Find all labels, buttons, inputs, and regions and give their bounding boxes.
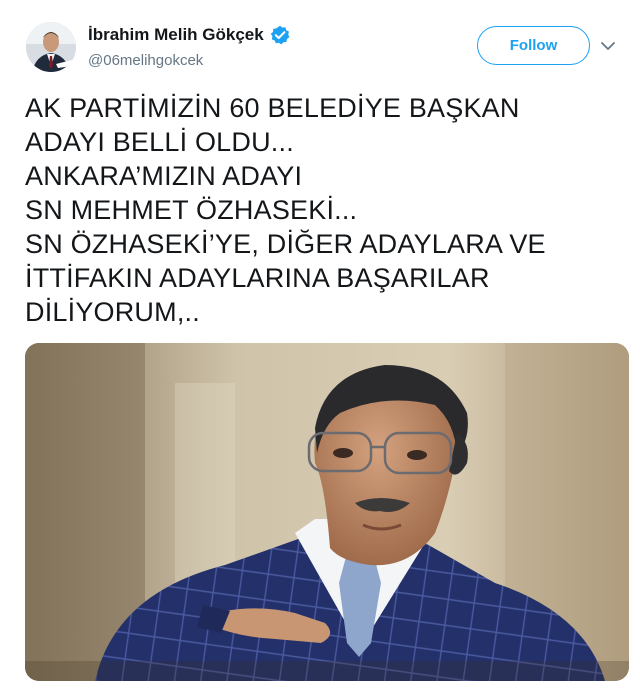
tweet-text-line: İTTİFAKIN ADAYLARINA BAŞARILAR [25,263,490,293]
portrait-photo [25,343,629,681]
author-handle[interactable]: @06melihgokcek [88,52,203,69]
tweet-text-line: ADAYI BELLİ OLDU... [25,127,294,157]
follow-button[interactable]: Follow [477,26,590,65]
chevron-down-icon[interactable] [598,36,618,56]
tweet-text-line: DİLİYORUM,.. [25,297,200,327]
avatar[interactable] [26,22,76,72]
tweet-text-line: SN ÖZHASEKİ’YE, DİĞER ADAYLARA VE [25,229,546,259]
tweet-text-line: SN MEHMET ÖZHASEKİ... [25,195,358,225]
tweet-media-photo[interactable] [25,343,629,681]
tweet-card: İbrahim Melih Gökçek @06melihgokcek Foll… [0,0,640,694]
tweet-text: AK PARTİMİZİN 60 BELEDİYE BAŞKAN ADAYI B… [25,91,625,329]
author-display-name[interactable]: İbrahim Melih Gökçek [88,25,264,45]
profile-photo-icon [26,22,76,72]
tweet-text-line: AK PARTİMİZİN 60 BELEDİYE BAŞKAN [25,93,520,123]
author-name-row[interactable]: İbrahim Melih Gökçek [88,24,290,46]
verified-badge-icon [270,25,290,45]
tweet-text-line: ANKARA’MIZIN ADAYI [25,161,303,191]
